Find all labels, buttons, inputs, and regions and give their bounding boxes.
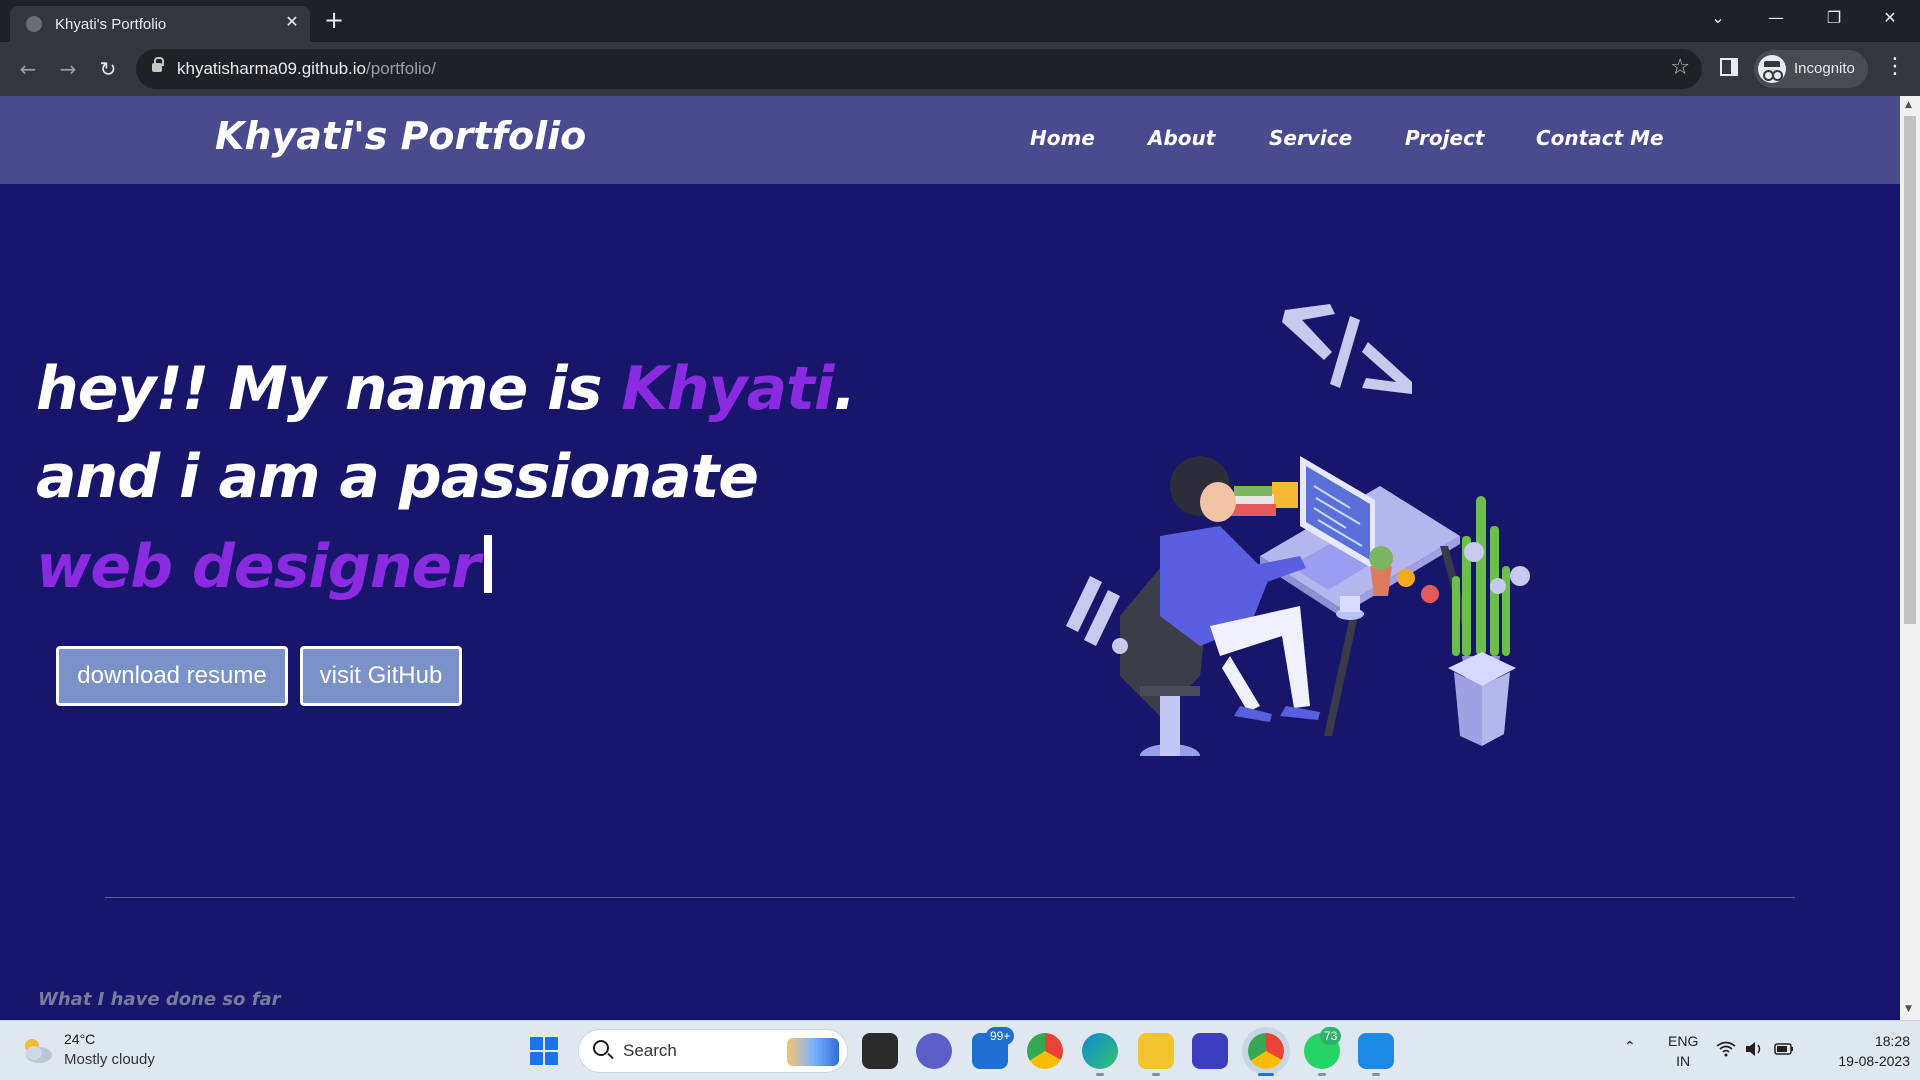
address-bar[interactable]: khyatisharma09.github.io/portfolio/ ☆ (136, 49, 1702, 89)
hero-line-1: hey!! My name is Khyati. (36, 354, 856, 424)
typed-role: web designer (36, 532, 481, 602)
browser-tab[interactable]: Khyati's Portfolio ✕ (10, 6, 310, 42)
vscode-running-indicator (1372, 1073, 1380, 1076)
page-scrollbar[interactable]: ▲ ▼ (1900, 96, 1920, 1020)
download-resume-button[interactable]: download resume (56, 646, 288, 706)
minimize-button[interactable]: — (1764, 8, 1788, 27)
incognito-icon (1758, 55, 1786, 83)
system-clock[interactable]: 18:28 19-08-2023 (1800, 1031, 1910, 1071)
edge-icon[interactable] (1082, 1033, 1118, 1069)
whatsapp-running-indicator (1318, 1073, 1326, 1076)
browser-menu-icon[interactable]: ⋮ (1884, 54, 1906, 79)
weather-description[interactable]: Mostly cloudy (64, 1051, 155, 1068)
browser-toolbar: ← → ↻ khyatisharma09.github.io/portfolio… (0, 42, 1920, 96)
explorer-running-indicator (1152, 1073, 1160, 1076)
side-panel-icon[interactable] (1720, 58, 1738, 76)
search-icon (593, 1040, 609, 1056)
nav-about[interactable]: About (1148, 126, 1215, 150)
search-highlight-icon (787, 1038, 839, 1066)
lock-icon[interactable] (152, 57, 164, 72)
profile-label: Incognito (1794, 60, 1855, 77)
taskbar-search[interactable]: Search (578, 1029, 848, 1073)
forward-button[interactable]: → (54, 55, 82, 83)
clock-date: 19-08-2023 (1838, 1053, 1910, 1069)
scroll-up-arrow-icon[interactable]: ▲ (1905, 100, 1912, 110)
mail-badge: 99+ (986, 1027, 1015, 1045)
reload-button[interactable]: ↻ (94, 55, 122, 83)
app-icon[interactable] (1192, 1033, 1228, 1069)
lang-region: IN (1676, 1053, 1691, 1069)
hero-line-2: and i am a passionate (36, 442, 759, 512)
chrome-active-indicator (1258, 1073, 1274, 1076)
url-text[interactable]: khyatisharma09.github.io/portfolio/ (177, 59, 436, 79)
site-brand[interactable]: Khyati's Portfolio (215, 114, 586, 158)
tab-close-icon[interactable]: ✕ (282, 12, 302, 31)
section-subheading: What I have done so far (38, 989, 281, 1010)
globe-icon (26, 16, 42, 32)
task-view-icon[interactable] (862, 1033, 898, 1069)
cloudy-weather-icon[interactable] (20, 1035, 54, 1065)
nav-project[interactable]: Project (1405, 126, 1484, 150)
developer-at-desk-illustration (1066, 304, 1530, 756)
browser-tab-strip: Khyati's Portfolio ✕ + ⌄ — ❐ ✕ (0, 0, 1920, 42)
incognito-profile-button[interactable]: Incognito (1754, 50, 1868, 88)
section-divider (105, 897, 1795, 898)
tab-title: Khyati's Portfolio (55, 16, 167, 33)
search-label: Search (623, 1041, 677, 1060)
chrome-icon[interactable] (1027, 1033, 1063, 1069)
hero-line-3: web designer (36, 532, 492, 602)
site-navbar: Khyati's Portfolio Home About Service Pr… (0, 96, 1900, 184)
page-viewport: Khyati's Portfolio Home About Service Pr… (0, 96, 1900, 1020)
weather-temperature[interactable]: 24°C (64, 1031, 95, 1047)
chrome-incognito-icon[interactable] (1248, 1033, 1284, 1069)
language-indicator[interactable]: ENG IN (1668, 1031, 1698, 1071)
whatsapp-badge: 73 (1320, 1027, 1342, 1045)
file-explorer-icon[interactable] (1138, 1033, 1174, 1069)
edge-running-indicator (1096, 1073, 1104, 1076)
wifi-icon[interactable] (1716, 1041, 1736, 1057)
typing-cursor (483, 535, 492, 593)
hero-greeting: hey!! My name is (36, 354, 622, 424)
url-host: khyatisharma09.github.io (177, 59, 367, 78)
scroll-down-arrow-icon[interactable]: ▼ (1905, 1004, 1912, 1014)
battery-icon[interactable] (1774, 1041, 1794, 1057)
lang-primary: ENG (1668, 1033, 1699, 1049)
tray-chevron-icon[interactable]: ⌃ (1624, 1039, 1636, 1055)
teams-chat-icon[interactable] (916, 1033, 952, 1069)
restore-button[interactable]: ❐ (1822, 8, 1846, 27)
vscode-icon[interactable] (1358, 1033, 1394, 1069)
clock-time: 18:28 (1874, 1033, 1910, 1049)
windows-start-icon[interactable] (530, 1037, 558, 1065)
nav-contact[interactable]: Contact Me (1536, 126, 1664, 150)
window-close-button[interactable]: ✕ (1878, 8, 1902, 27)
windows-taskbar: 24°C Mostly cloudy Search 99+ 73 ⌃ ENG IN… (0, 1020, 1920, 1080)
nav-service[interactable]: Service (1269, 126, 1352, 150)
back-button[interactable]: ← (14, 55, 42, 83)
nav-home[interactable]: Home (1030, 126, 1095, 150)
scrollbar-thumb[interactable] (1904, 116, 1916, 624)
tab-list-icon[interactable]: ⌄ (1706, 8, 1730, 27)
hero-name: Khyati (621, 354, 834, 424)
hero-period: . (833, 354, 856, 424)
new-tab-button[interactable]: + (324, 6, 344, 34)
url-path: /portfolio/ (366, 59, 436, 78)
bookmark-star-icon[interactable]: ☆ (1670, 55, 1690, 80)
visit-github-button[interactable]: visit GitHub (300, 646, 462, 706)
volume-icon[interactable] (1744, 1041, 1764, 1057)
